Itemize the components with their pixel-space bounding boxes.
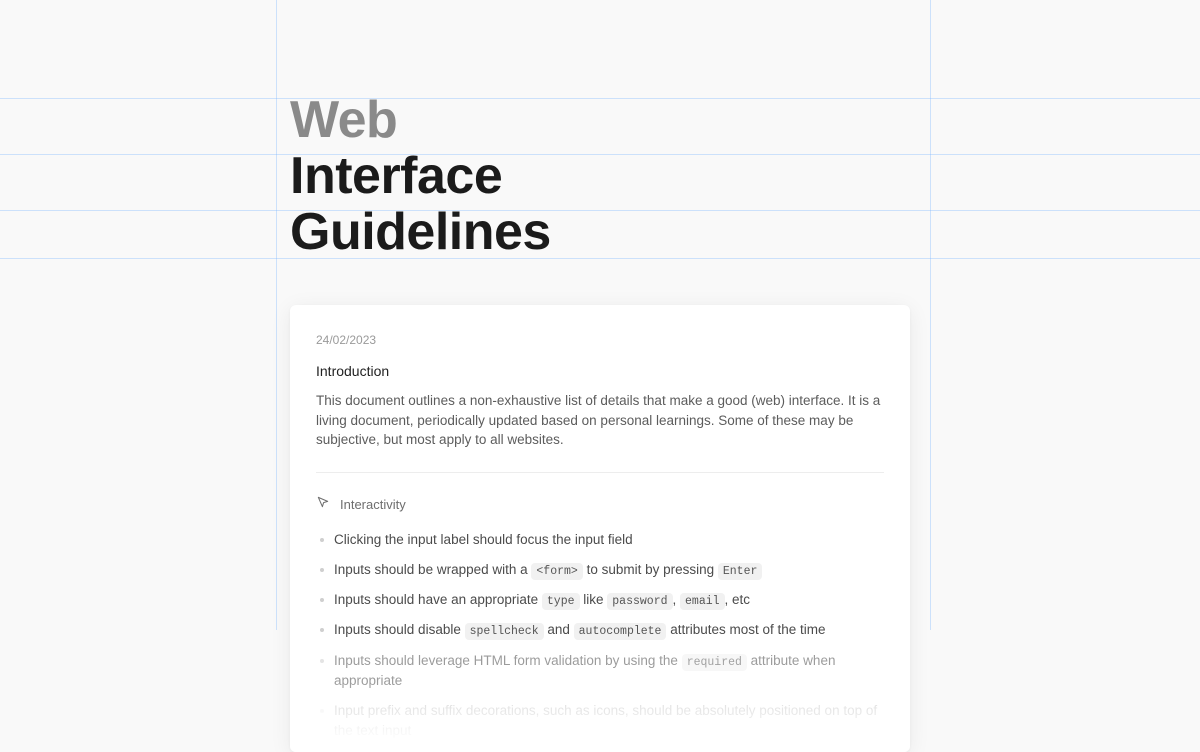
section-header: Interactivity bbox=[316, 495, 884, 514]
code-pill: spellcheck bbox=[465, 623, 544, 640]
code-pill: type bbox=[542, 593, 580, 610]
code-pill: password bbox=[607, 593, 672, 610]
list-item: Inputs should have an appropriate type l… bbox=[320, 590, 884, 610]
list-item: Inputs should be wrapped with a <form> t… bbox=[320, 560, 884, 580]
title-line-2: Interface bbox=[290, 148, 551, 204]
code-pill: autocomplete bbox=[574, 623, 667, 640]
code-pill: required bbox=[682, 654, 747, 671]
title-line-3: Guidelines bbox=[290, 204, 551, 260]
code-pill: email bbox=[680, 593, 725, 610]
list-item: Input prefix and suffix decorations, suc… bbox=[320, 701, 884, 742]
code-pill: <form> bbox=[531, 563, 582, 580]
list-item: Inputs should disable spellcheck and aut… bbox=[320, 620, 884, 640]
content-card: 24/02/2023 Introduction This document ou… bbox=[290, 305, 910, 752]
publish-date: 24/02/2023 bbox=[316, 333, 884, 347]
divider bbox=[316, 472, 884, 473]
intro-text: This document outlines a non-exhaustive … bbox=[316, 391, 884, 450]
cursor-icon bbox=[316, 495, 330, 514]
page-title: Web Interface Guidelines bbox=[290, 92, 551, 260]
title-line-1: Web bbox=[290, 92, 551, 148]
list-item: Clicking the input label should focus th… bbox=[320, 530, 884, 550]
guideline-list: Clicking the input label should focus th… bbox=[316, 530, 884, 742]
intro-heading: Introduction bbox=[316, 363, 884, 379]
list-item: Inputs should leverage HTML form validat… bbox=[320, 651, 884, 692]
section-label: Interactivity bbox=[340, 497, 406, 512]
code-pill: Enter bbox=[718, 563, 763, 580]
